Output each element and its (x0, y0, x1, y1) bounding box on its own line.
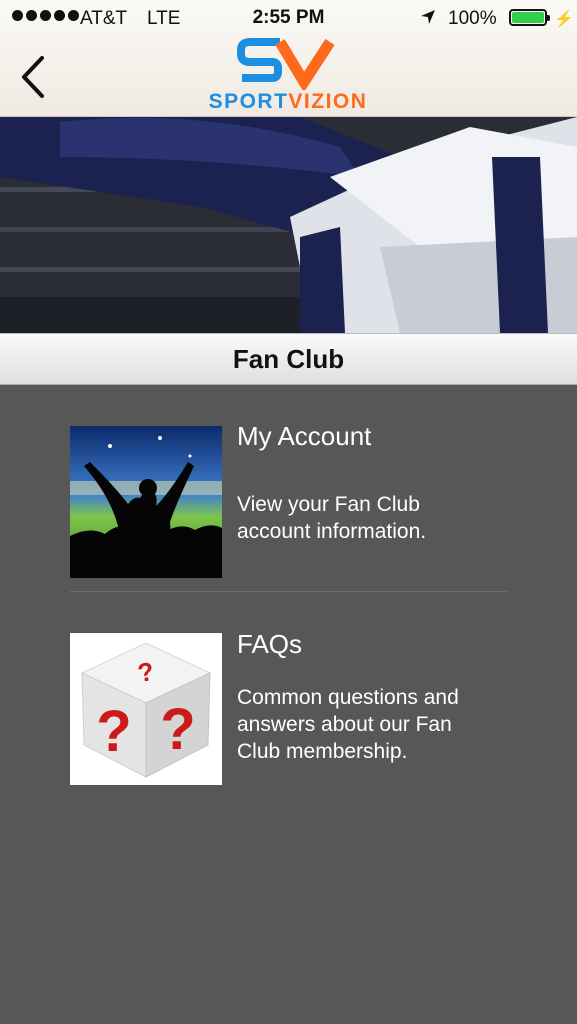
svg-text:?: ? (96, 699, 131, 764)
battery-icon (509, 9, 550, 26)
list-item-my-account[interactable]: My Account View your Fan Club account in… (70, 421, 507, 578)
sv-monogram-icon (237, 38, 335, 93)
hero-image (0, 117, 577, 333)
back-button[interactable] (18, 54, 50, 100)
chevron-left-icon (22, 56, 44, 98)
top-bar: AT&T LTE 2:55 PM 100% ⚡ SPORTVIZION (0, 0, 577, 117)
location-arrow-icon (420, 9, 436, 31)
list-divider (70, 591, 507, 592)
charging-bolt-icon: ⚡ (554, 11, 574, 28)
section-title: Fan Club (0, 333, 577, 385)
status-bar: AT&T LTE 2:55 PM 100% ⚡ (0, 0, 577, 38)
brand-wordmark: SPORTVIZION (208, 90, 368, 113)
item-description: View your Fan Club account information. (237, 493, 427, 543)
question-dice-thumbnail: ? ? ? (70, 633, 222, 785)
svg-text:?: ? (160, 697, 195, 762)
sportvizion-logo: SPORTVIZION (168, 38, 408, 114)
item-title: FAQs (237, 629, 303, 659)
list-item-faqs[interactable]: ? ? ? FAQs Common questions and answers … (70, 629, 507, 785)
item-description: Common questions and answers about our F… (237, 686, 459, 763)
fan-celebration-thumbnail (70, 426, 222, 578)
item-title: My Account (237, 421, 372, 451)
battery-percent: 100% (448, 8, 497, 29)
